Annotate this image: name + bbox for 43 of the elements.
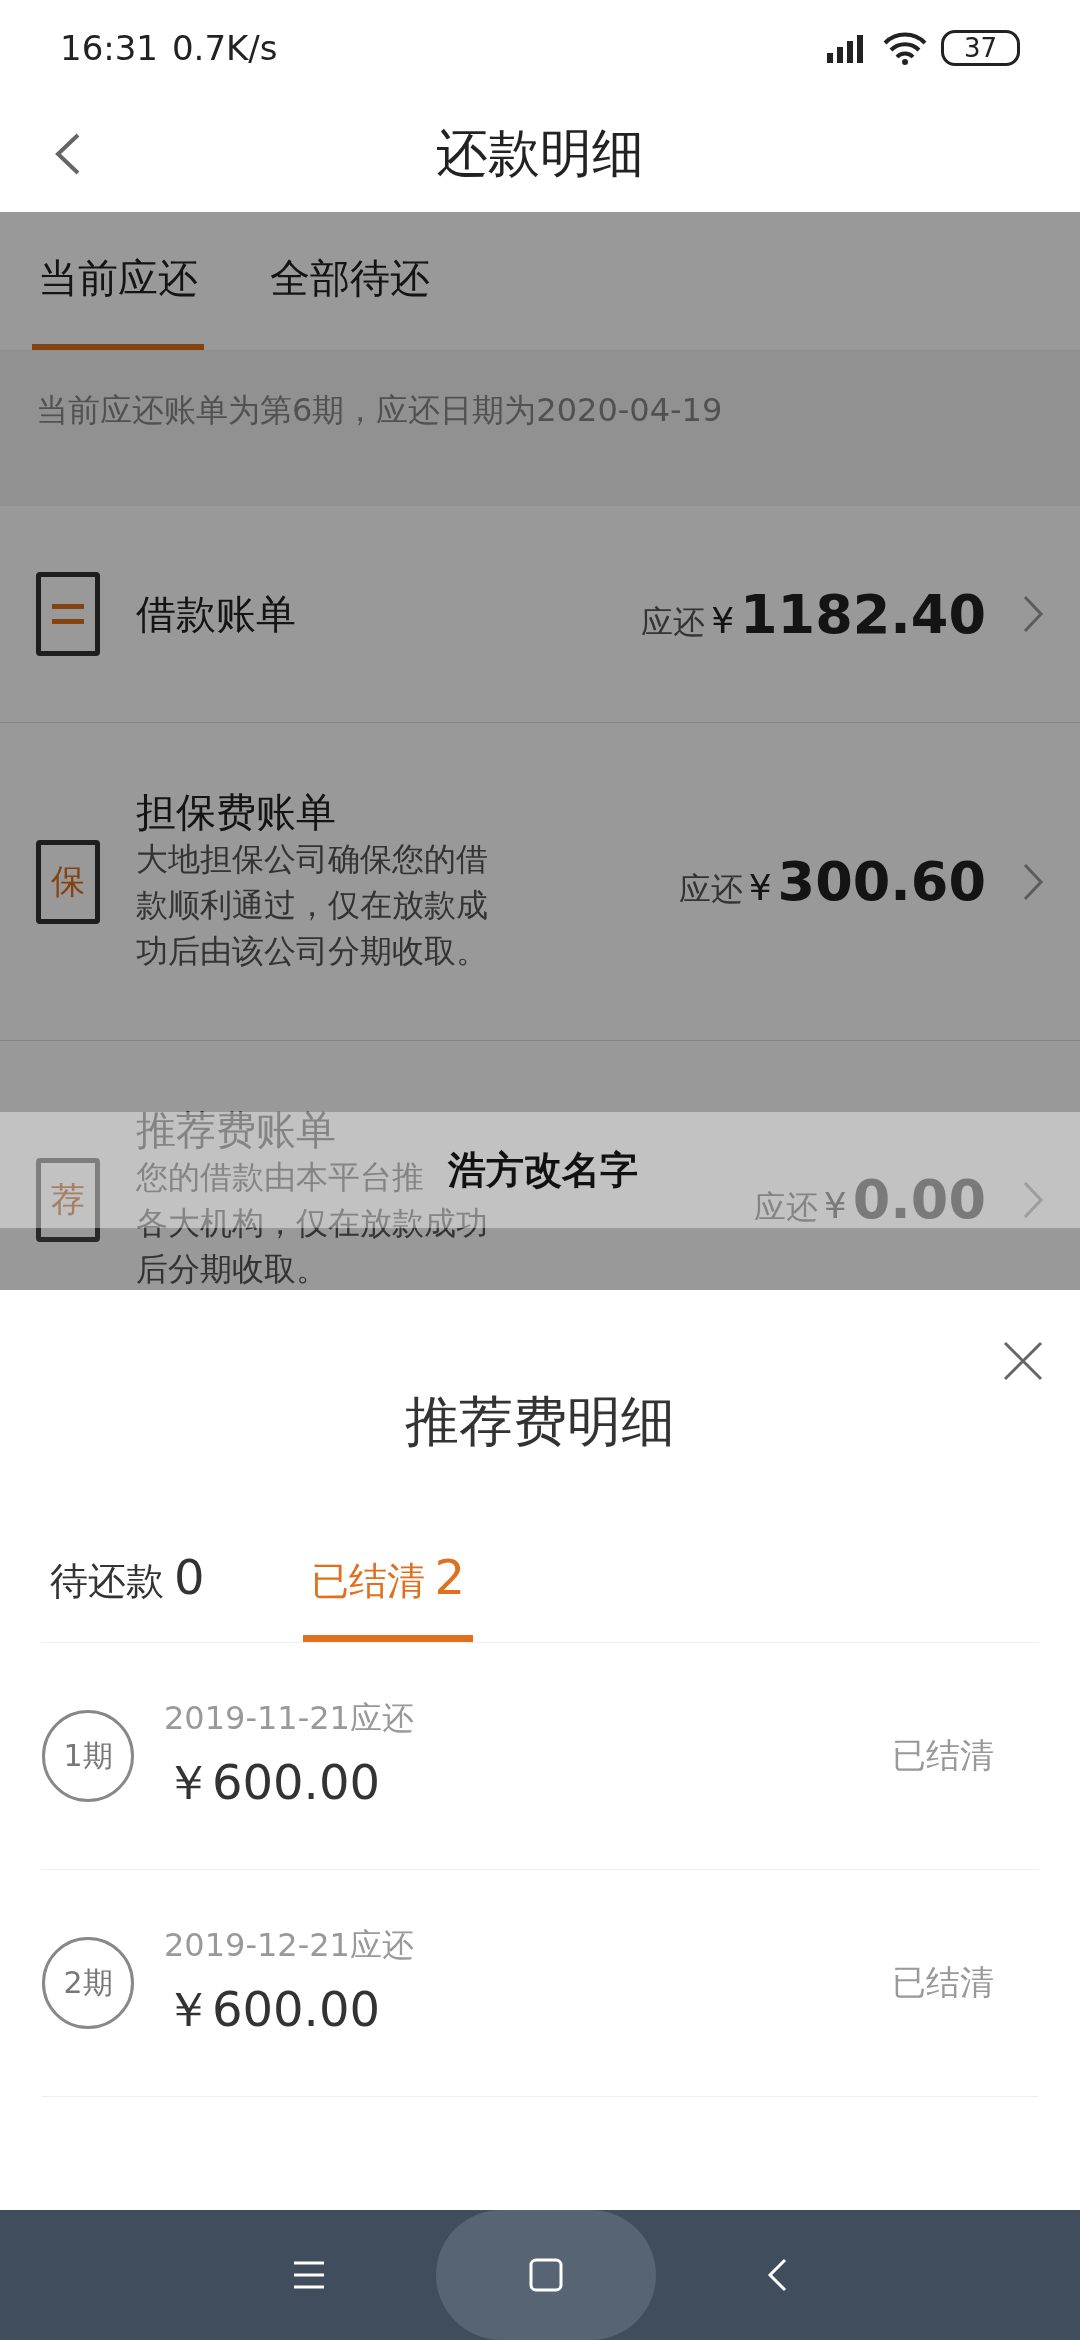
period-badge: 1期	[42, 1710, 134, 1802]
bill-description: 您的借款由本平台推	[136, 1157, 424, 1198]
currency-symbol: ¥	[711, 599, 735, 641]
bill-amount: 0.00	[852, 1168, 986, 1231]
sheet-title: 推荐费明细	[404, 1389, 676, 1455]
status-time: 16:31	[60, 27, 158, 68]
sheet-tab[interactable]: 待还款 0	[42, 1549, 213, 1642]
battery-level: 37	[940, 29, 1020, 66]
menu-icon[interactable]	[292, 2260, 326, 2290]
bill-description: 大地担保公司确保您的借	[136, 839, 488, 880]
period-badge: 2期	[42, 1937, 134, 2029]
bill-description: 款顺利通过，仅在放款成	[136, 885, 488, 926]
bill-description: 功后由该公司分期收取。	[136, 931, 488, 972]
due-date: 2019-11-21应还	[164, 1698, 415, 1739]
installment-status: 已结清	[892, 1961, 994, 2004]
currency-symbol: ¥	[823, 1185, 847, 1226]
amount-prefix: 应还	[641, 601, 706, 643]
bill-amount: 1182.40	[740, 582, 986, 646]
installment-amount: ￥600.00	[164, 1753, 381, 1812]
amount-prefix: 应还	[678, 869, 743, 910]
document-icon	[36, 572, 100, 656]
due-date: 2019-12-21应还	[164, 1925, 415, 1966]
bill-title: 推荐费账单	[136, 1107, 337, 1154]
currency-symbol: ¥	[748, 867, 772, 908]
wifi-icon	[882, 30, 927, 65]
bill-description: 后分期收取。	[136, 1249, 328, 1290]
installment-status: 已结清	[892, 1734, 994, 1777]
page-title: 还款明细	[436, 121, 644, 185]
tab[interactable]: 全部待还	[264, 212, 436, 350]
back-icon[interactable]	[766, 2257, 788, 2293]
square-icon	[529, 2258, 563, 2292]
document-icon: 保	[36, 839, 100, 924]
bill-title: 担保费账单	[136, 789, 337, 836]
bill-title: 借款账单	[136, 590, 297, 638]
bill-amount: 300.60	[777, 850, 986, 913]
close-icon[interactable]	[1002, 1340, 1044, 1382]
installment-amount: ￥600.00	[164, 1980, 381, 2039]
amount-prefix: 应还	[753, 1187, 818, 1228]
caption-text: 浩方改名字	[448, 1151, 638, 1189]
notice-text: 当前应还账单为第6期，应还日期为2020-04-19	[0, 351, 1080, 506]
document-icon: 荐	[36, 1157, 100, 1242]
network-speed: 0.7K/s	[172, 27, 278, 68]
bill-description: 各大机构，仅在放款成功	[136, 1203, 488, 1244]
